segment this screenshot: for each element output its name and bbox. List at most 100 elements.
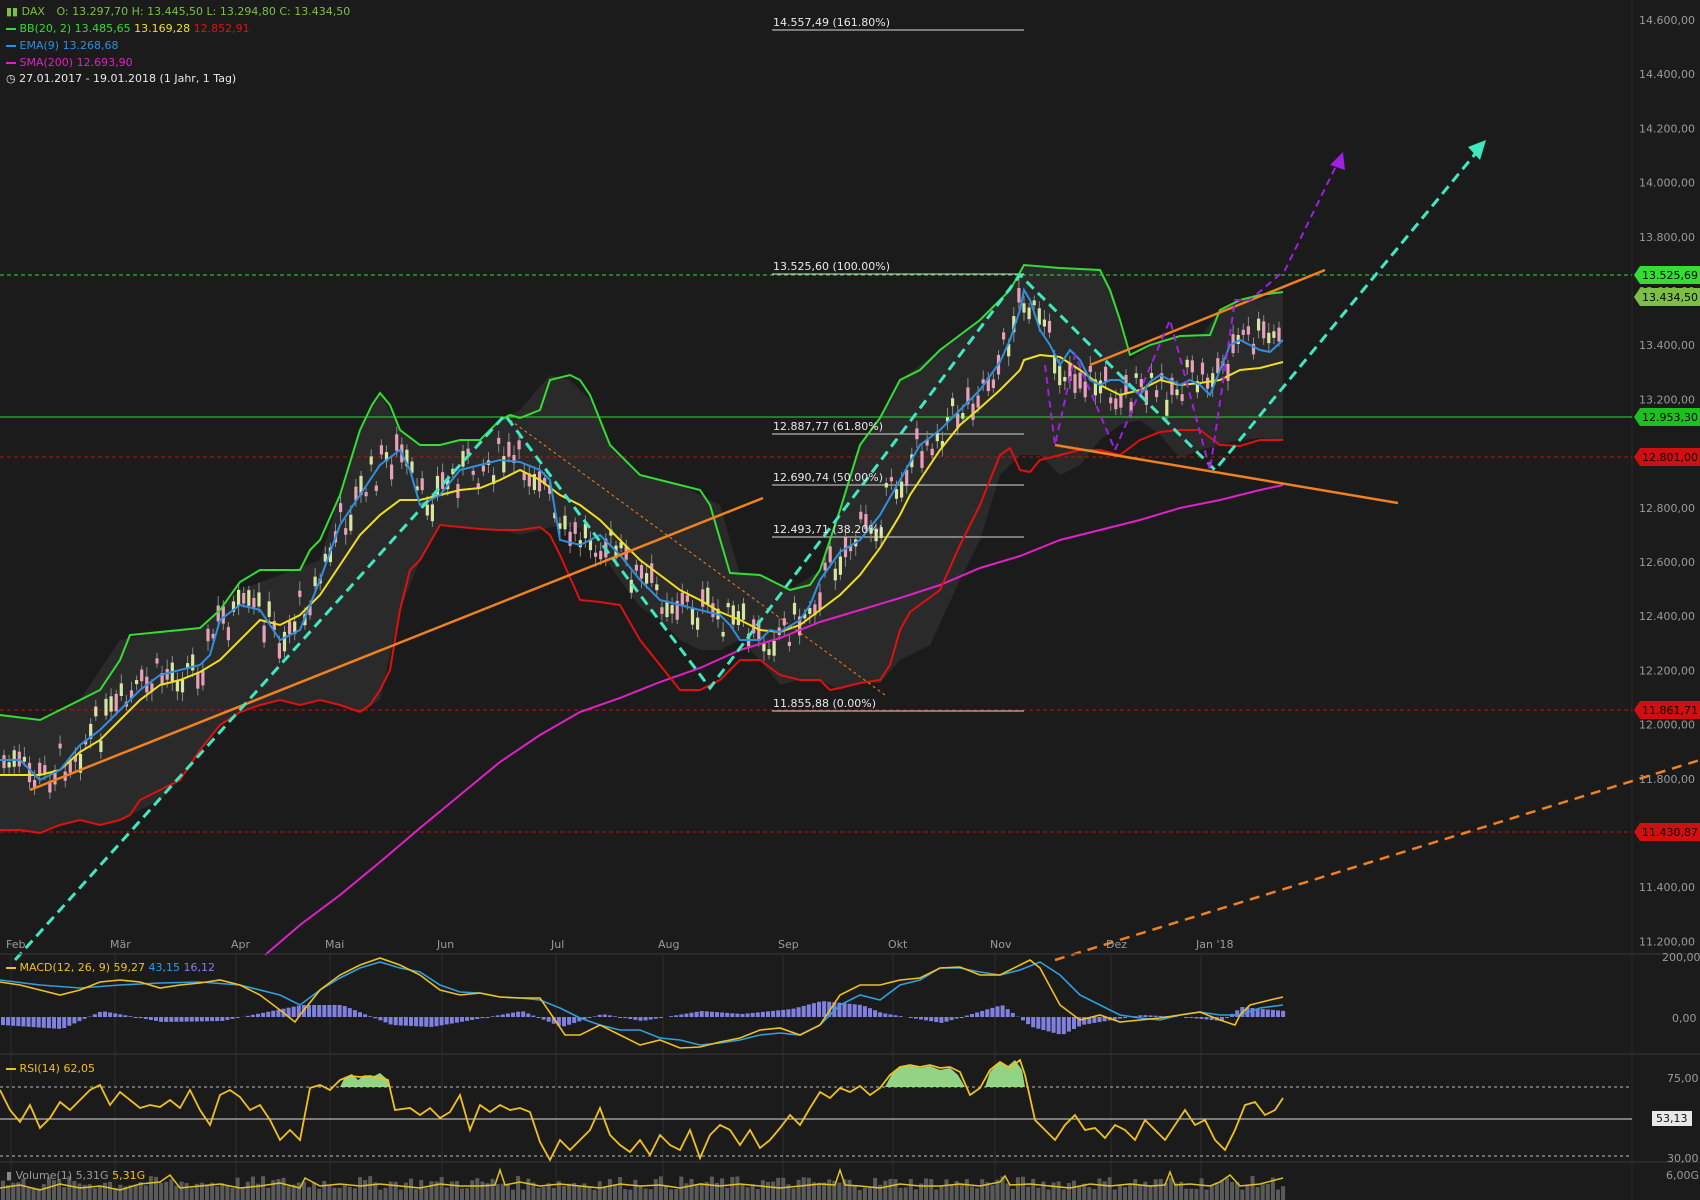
macd-hist-bar [913,1017,918,1019]
candle-body [180,679,185,693]
macd-hist-bar [1276,1010,1280,1017]
volume-bar [31,1187,36,1200]
macd-hist-bar [495,1015,500,1017]
macd-hist-bar [1056,1017,1061,1035]
volume-bar [337,1187,342,1200]
macd-hist-bar [220,1017,225,1021]
volume-bar [597,1181,602,1200]
macd-hist-bar [720,1012,725,1017]
volume-bar [449,1181,454,1200]
volume-bar [460,1188,464,1200]
price-tick-label: 12.600,00 [1639,556,1695,569]
candle-body [1002,332,1006,340]
price-chart[interactable]: 14.557,49 (161.80%) 13.525,60 (100.00%) … [0,0,1700,1200]
candle-body [298,590,302,597]
candle-body [277,643,281,659]
price-tick-label: 11.400,00 [1639,881,1695,894]
volume-bar [602,1186,607,1200]
ema-swatch-icon [6,45,16,47]
macd-hist-bar [67,1017,72,1026]
volume-bar [245,1181,250,1200]
candle-body [517,440,521,450]
macd-hist-bar [873,1010,878,1017]
volume-bar [587,1186,592,1200]
candle-body [573,522,577,534]
volume-bar [689,1178,694,1200]
volume-panel[interactable] [0,1167,1286,1200]
rsi-panel[interactable] [0,1058,1632,1162]
volume-bar [638,1186,643,1200]
volume-legend[interactable]: ▮ Volume(1) 5,31G 5,31G [6,1169,145,1182]
macd-hist-bar [776,1010,781,1017]
macd-hist-bar [1,1017,5,1026]
macd-hist-bar [1143,1015,1148,1017]
fib-161-label: 14.557,49 (161.80%) [773,16,890,29]
svg-text:13.525,69: 13.525,69 [1642,269,1698,282]
legend-bb[interactable]: BB(20, 2) 13.485,65 13.169,28 12.852,91 [6,22,250,35]
macd-hist-bar [1072,1017,1076,1029]
macd-hist-bar [674,1015,679,1017]
macd-hist-bar [123,1015,128,1017]
bollinger-band-fill [0,265,1283,833]
volume-bar [1077,1186,1082,1200]
macd-legend[interactable]: MACD(12, 26, 9) 59,27 43,15 16,12 [6,961,215,974]
macd-hist-bar [460,1017,464,1022]
candle-body [1032,300,1036,306]
macd-hist-bar [500,1014,505,1017]
macd-hist-bar [964,1015,969,1017]
tag-12801: 12.801,00 [1634,448,1700,466]
purple-arrow-head [1330,152,1345,170]
macd-hist-bar [587,1017,592,1019]
macd-hist-bar [878,1012,883,1017]
rsi-line [0,1058,1284,1162]
legend-ema[interactable]: EMA(9) 13.268,68 [6,39,119,52]
macd-hist-bar [521,1011,526,1017]
bb-upper-value: 13.485,65 [74,22,131,35]
volume-bar [317,1188,322,1200]
time-tick-label: Aug [658,938,679,951]
volume-bar [755,1189,760,1200]
volume-bar [648,1189,653,1200]
candle-body [1262,321,1266,339]
macd-hist-bar [857,1004,862,1017]
macd-hist-bar [475,1017,480,1020]
volume-bars [1,1176,1286,1200]
legend-sma[interactable]: SMA(200) 12.693,90 [6,56,133,69]
macd-hist-bar [414,1017,419,1027]
volume-bar [699,1183,704,1200]
macd-swatch-icon [6,967,16,969]
macd-hist-bar [256,1013,260,1017]
candle-body [1017,288,1021,303]
macd-hist-bar [985,1009,990,1017]
volume-bar [77,1183,82,1200]
volume-bar [327,1185,332,1200]
macd-hist-bar [103,1011,107,1017]
volume-bar [949,1185,954,1200]
volume-bar [944,1179,949,1200]
volume-bar [1112,1189,1117,1200]
candle-body [262,625,266,643]
volume-bar [526,1178,531,1200]
bb-label: BB(20, 2) [19,22,72,35]
macd-hist-bar [480,1017,485,1019]
volume-bar [1260,1184,1265,1200]
macd-hist-bar [454,1017,459,1023]
macd-hist-bar [36,1017,41,1028]
tag-11430: 11.430,87 [1634,823,1700,841]
volume-bar [52,1180,56,1200]
macd-hist-bar [465,1017,470,1021]
macd-hist-bar [796,1007,801,1017]
volume-bar [1245,1184,1250,1200]
candle-body [680,592,684,606]
symbol-icon: ▮▮ [6,5,19,18]
price-tick-label: 12.400,00 [1639,610,1695,623]
candle-body [339,503,343,513]
macd-hist-bar [806,1004,811,1017]
candle-body [1267,332,1271,344]
macd-hist-bar [924,1017,929,1021]
volume-bar [393,1181,398,1200]
macd-hist-bar [592,1016,597,1017]
candle-body [425,504,429,516]
rsi-legend[interactable]: RSI(14) 62,05 [6,1062,95,1075]
macd-hist-bar [1000,1005,1005,1017]
